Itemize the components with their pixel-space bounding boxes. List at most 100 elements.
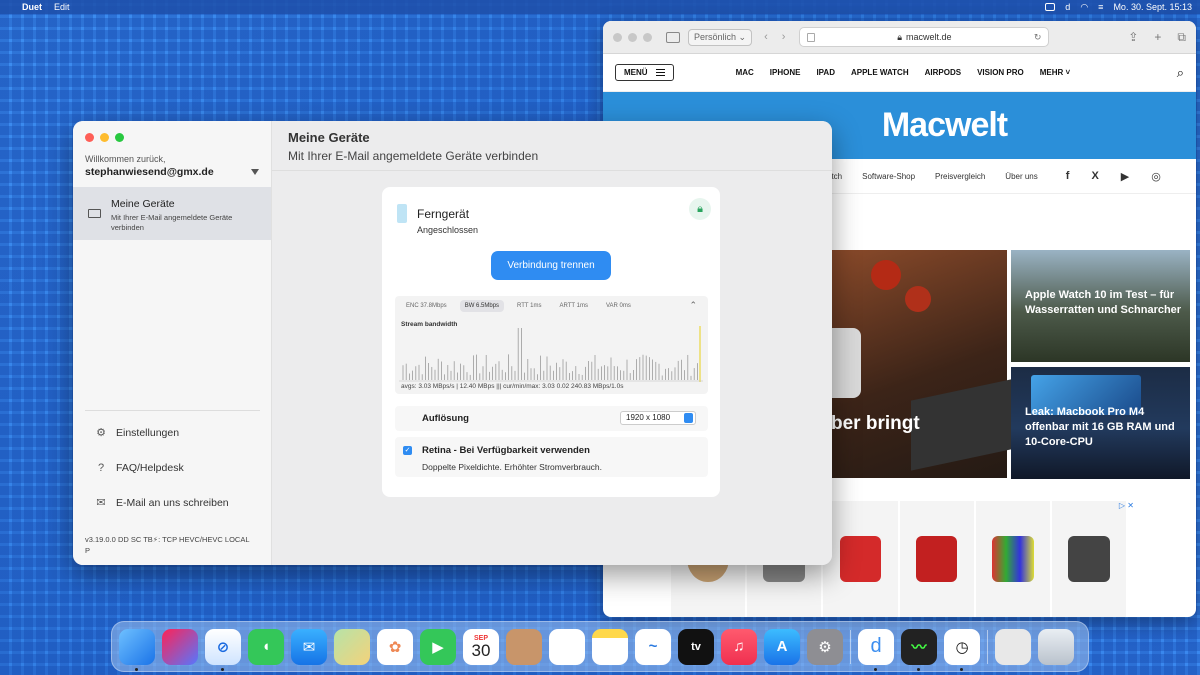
tab-rtt[interactable]: RTT 1ms bbox=[512, 300, 546, 312]
facebook-icon[interactable]: f bbox=[1066, 170, 1070, 182]
menu-app-name[interactable]: Duet bbox=[22, 2, 42, 12]
welcome-text: Willkommen zurück, bbox=[85, 154, 166, 164]
nav-link-ipad[interactable]: IPAD bbox=[816, 68, 835, 77]
minimize-button[interactable] bbox=[100, 133, 109, 142]
account-dropdown-icon[interactable] bbox=[251, 169, 259, 175]
nav-link-airpods[interactable]: AIRPODS bbox=[925, 68, 961, 77]
subnav-link-preisvergleich[interactable]: Preisvergleich bbox=[935, 172, 985, 181]
subnav-link-software-shop[interactable]: Software-Shop bbox=[862, 172, 915, 181]
clock-icon[interactable]: ◷ bbox=[944, 628, 980, 671]
app-store-icon[interactable]: A bbox=[764, 628, 800, 665]
site-menu-button[interactable]: MENÜ bbox=[615, 64, 674, 81]
monitor-icon bbox=[88, 209, 101, 218]
contacts-icon[interactable] bbox=[506, 628, 542, 665]
reload-icon[interactable]: ↻ bbox=[1034, 32, 1042, 43]
forward-icon[interactable]: › bbox=[782, 31, 786, 43]
nav-link-mac[interactable]: MAC bbox=[736, 68, 754, 77]
nav-link-more[interactable]: MEHR ˅ bbox=[1040, 68, 1070, 77]
music-icon[interactable]: ♫ bbox=[721, 628, 757, 665]
nav-link-iphone[interactable]: IPHONE bbox=[770, 68, 801, 77]
address-bar[interactable]: 🔒︎ macwelt.de ↻ bbox=[799, 27, 1050, 47]
graph-averages: avgs: 3.03 MBps/s | 12.40 MBps ||| cur/m… bbox=[401, 383, 624, 390]
sidebar-item-meine-geraete[interactable]: Meine Geräte Mit Ihrer E-Mail angemeldet… bbox=[73, 187, 271, 240]
documents-stack-icon[interactable] bbox=[995, 628, 1031, 665]
trash-icon[interactable] bbox=[1038, 628, 1074, 665]
sidebar-item-einstellungen[interactable]: ⚙ Einstellungen bbox=[95, 427, 179, 439]
photos-icon[interactable]: ✿ bbox=[377, 628, 413, 665]
lock-icon[interactable]: 🔒︎ bbox=[689, 198, 711, 220]
screen-mirror-icon[interactable] bbox=[1045, 3, 1056, 11]
mail-icon[interactable]: ✉ bbox=[291, 628, 327, 665]
retina-checkbox[interactable]: ✓ bbox=[403, 446, 412, 455]
tab-overview-icon[interactable]: ⧉ bbox=[1177, 30, 1186, 45]
ad-tile[interactable] bbox=[899, 501, 974, 617]
tab-var[interactable]: VAR 0ms bbox=[601, 300, 636, 312]
nav-link-vision-pro[interactable]: VISION PRO bbox=[977, 68, 1024, 77]
resolution-label: Auflösung bbox=[422, 413, 469, 424]
zoom-button[interactable] bbox=[115, 133, 124, 142]
messages-icon[interactable]: ◖ bbox=[248, 628, 284, 665]
toolbar-actions: ⇪ + ⧉ bbox=[1128, 30, 1186, 45]
instagram-icon[interactable]: ◎ bbox=[1151, 170, 1161, 183]
maps-icon[interactable] bbox=[334, 628, 370, 665]
reminders-icon[interactable] bbox=[549, 628, 585, 665]
nav-link-apple-watch[interactable]: APPLE WATCH bbox=[851, 68, 909, 77]
facetime-icon[interactable]: ▶ bbox=[420, 628, 456, 665]
safari-icon[interactable]: ⊘ bbox=[205, 628, 241, 671]
help-icon: ? bbox=[97, 462, 105, 474]
activity-monitor-icon[interactable]: 〰 bbox=[901, 628, 937, 671]
dock: ⊘ ◖ ✉ ✿ ▶ SEP 30 ~ tv ♫ A ⚙ d 〰 ◷ bbox=[111, 621, 1089, 672]
window-controls[interactable] bbox=[85, 133, 124, 142]
page-menu-icon[interactable] bbox=[807, 32, 816, 42]
hero-image-apple bbox=[905, 286, 931, 312]
notes-icon[interactable] bbox=[592, 628, 628, 665]
duet-icon[interactable]: d bbox=[858, 628, 894, 671]
account-email[interactable]: stephanwiesend@gmx.de bbox=[85, 166, 214, 178]
sidebar-item-label: FAQ/Helpdesk bbox=[116, 462, 184, 474]
hero-article[interactable]: ber bringt bbox=[831, 250, 1011, 478]
ad-choices-icon[interactable]: ▷ ✕ bbox=[1119, 501, 1134, 510]
resolution-select[interactable]: 1920 x 1080 bbox=[620, 411, 696, 425]
new-tab-icon[interactable]: + bbox=[1154, 30, 1161, 45]
x-icon[interactable]: X bbox=[1091, 170, 1098, 182]
sidebar-item-label: Meine Geräte bbox=[111, 198, 175, 210]
wifi-icon[interactable]: ◠ bbox=[1080, 2, 1088, 13]
resolution-value: 1920 x 1080 bbox=[626, 413, 671, 422]
search-icon[interactable]: ⌕ bbox=[1177, 65, 1184, 81]
ad-tile[interactable] bbox=[1051, 501, 1127, 617]
sidebar-toggle-icon[interactable] bbox=[666, 31, 680, 43]
launchpad-icon[interactable] bbox=[162, 628, 198, 665]
article-card-macbook[interactable]: Leak: Macbook Pro M4 offenbar mit 16 GB … bbox=[1011, 367, 1190, 479]
freeform-icon[interactable]: ~ bbox=[635, 628, 671, 665]
sidebar-item-faq[interactable]: ? FAQ/Helpdesk bbox=[95, 462, 184, 474]
sidebar-item-email[interactable]: ✉ E-Mail an uns schreiben bbox=[95, 497, 229, 509]
duet-menu-icon[interactable]: d bbox=[1065, 2, 1070, 12]
menu-edit[interactable]: Edit bbox=[54, 2, 70, 12]
tab-bw[interactable]: BW 6.5Mbps bbox=[459, 299, 505, 312]
system-settings-icon[interactable]: ⚙ bbox=[807, 628, 843, 665]
finder-icon[interactable] bbox=[119, 628, 155, 671]
apple-tv-icon[interactable]: tv bbox=[678, 628, 714, 665]
ad-tile[interactable] bbox=[823, 501, 898, 617]
subnav-link-ueber-uns[interactable]: Über uns bbox=[1005, 172, 1037, 181]
version-info: v3.19.0.0 DD SC TB⚡: TCP HEVC/HEVC LOCAL… bbox=[85, 535, 250, 555]
ad-tile[interactable] bbox=[975, 501, 1050, 617]
clock[interactable]: Mo. 30. Sept. 15:13 bbox=[1113, 2, 1192, 12]
disconnect-button[interactable]: Verbindung trennen bbox=[491, 251, 611, 280]
calendar-icon[interactable]: SEP 30 bbox=[463, 628, 499, 665]
article-card-apple-watch[interactable]: Apple Watch 10 im Test – für Wasserratte… bbox=[1011, 250, 1190, 362]
sidebar-item-label: Einstellungen bbox=[116, 427, 180, 439]
duet-window: Willkommen zurück, stephanwiesend@gmx.de… bbox=[73, 121, 832, 565]
close-button[interactable] bbox=[85, 133, 94, 142]
back-icon[interactable]: ‹ bbox=[764, 31, 768, 43]
window-controls[interactable] bbox=[613, 32, 652, 42]
profile-menu[interactable]: Persönlich ⌄ bbox=[688, 28, 753, 46]
select-stepper-icon bbox=[684, 413, 693, 423]
tab-artt[interactable]: ARTT 1ms bbox=[555, 300, 593, 312]
sidebar-item-label: E-Mail an uns schreiben bbox=[116, 497, 229, 509]
share-icon[interactable]: ⇪ bbox=[1128, 30, 1138, 45]
tab-enc[interactable]: ENC 37.8Mbps bbox=[401, 300, 452, 312]
youtube-icon[interactable]: ▶ bbox=[1121, 170, 1129, 183]
chevron-up-icon[interactable]: ⌃ bbox=[684, 297, 702, 314]
control-center-icon[interactable]: ≡ bbox=[1098, 2, 1103, 12]
